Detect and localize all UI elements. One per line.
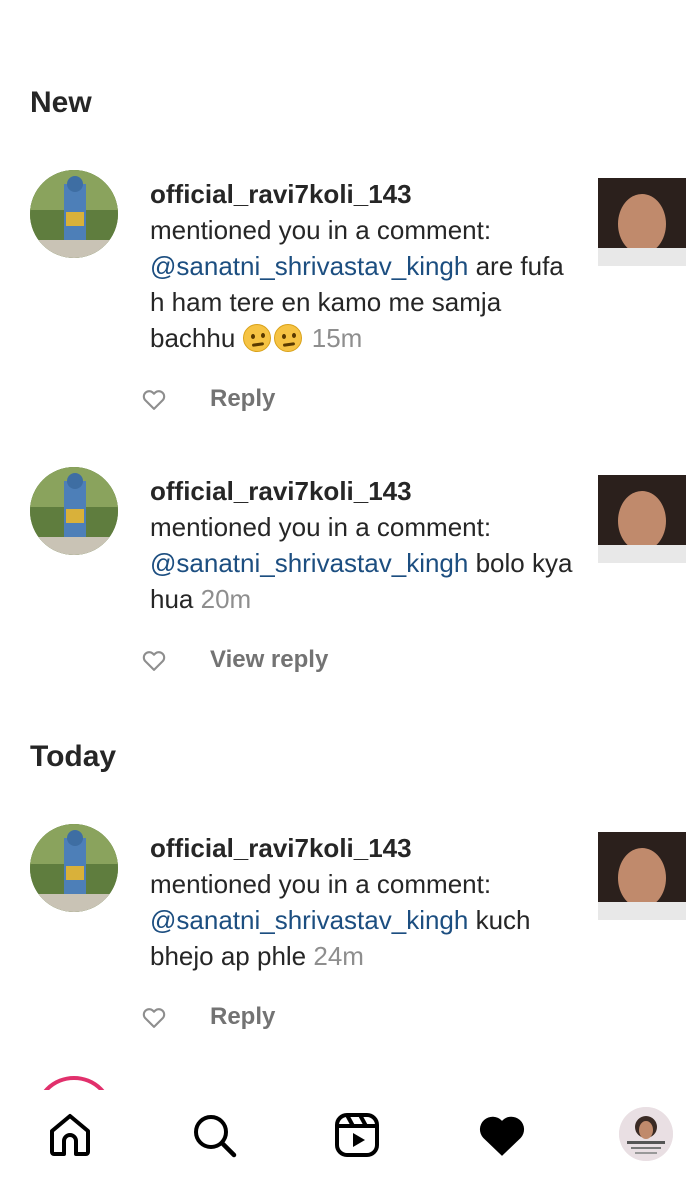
post-thumbnail[interactable]	[598, 178, 686, 266]
notification-item[interactable]: official_ravi7koli_143 mentioned you in …	[0, 824, 694, 1044]
notification-item[interactable]: official_ravi7koli_143 mentioned you in …	[0, 170, 694, 420]
username[interactable]: official_ravi7koli_143	[150, 830, 575, 866]
view-reply-button[interactable]: View reply	[210, 644, 328, 676]
post-thumbnail[interactable]	[598, 832, 686, 920]
like-heart-icon[interactable]	[140, 385, 168, 413]
timestamp: 15m	[311, 323, 363, 353]
timestamp: 20m	[200, 584, 252, 614]
face-with-raised-eyebrow-emoji	[242, 324, 271, 352]
home-icon[interactable]	[45, 1110, 95, 1160]
action-text: mentioned you in a comment:	[150, 869, 492, 899]
reply-button[interactable]: Reply	[210, 1001, 275, 1033]
bottom-navigation-bar	[0, 1090, 694, 1177]
mention-link[interactable]: @sanatni_shrivastav_kingh	[150, 251, 468, 281]
search-icon[interactable]	[189, 1110, 239, 1160]
timestamp: 24m	[313, 941, 364, 971]
username[interactable]: official_ravi7koli_143	[150, 176, 575, 212]
reels-icon[interactable]	[332, 1110, 382, 1160]
section-title-today: Today	[30, 740, 117, 773]
profile-avatar[interactable]	[619, 1107, 673, 1161]
heart-filled-icon[interactable]	[477, 1110, 527, 1160]
reply-button[interactable]: Reply	[210, 383, 275, 415]
action-text: mentioned you in a comment:	[150, 215, 492, 245]
like-heart-icon[interactable]	[140, 1003, 168, 1031]
username[interactable]: official_ravi7koli_143	[150, 473, 575, 509]
post-thumbnail[interactable]	[598, 475, 686, 563]
like-heart-icon[interactable]	[140, 646, 168, 674]
mention-link[interactable]: @sanatni_shrivastav_kingh	[150, 905, 468, 935]
user-avatar[interactable]	[30, 467, 118, 555]
notification-item[interactable]: official_ravi7koli_143 mentioned you in …	[0, 467, 694, 687]
face-with-raised-eyebrow-emoji	[273, 324, 302, 352]
user-avatar[interactable]	[30, 170, 118, 258]
section-title-new: New	[30, 86, 92, 119]
mention-link[interactable]: @sanatni_shrivastav_kingh	[150, 548, 468, 578]
user-avatar[interactable]	[30, 824, 118, 912]
action-text: mentioned you in a comment:	[150, 512, 492, 542]
